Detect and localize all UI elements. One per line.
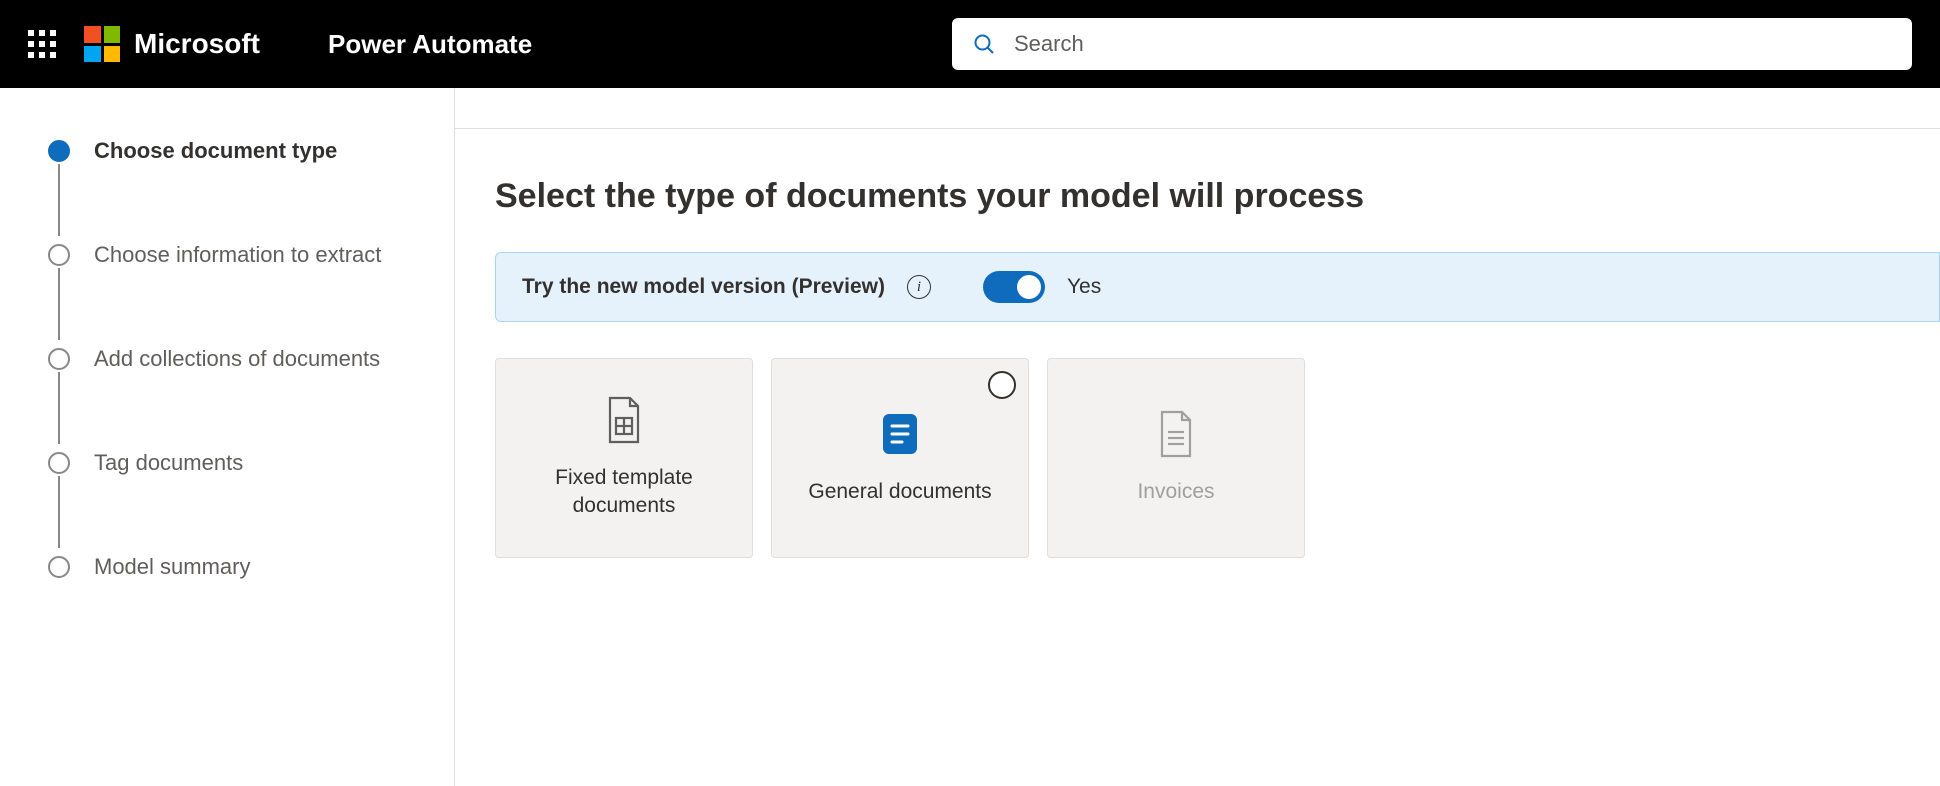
- card-general-documents[interactable]: General documents: [771, 358, 1029, 558]
- card-label: Fixed template documents: [512, 464, 736, 521]
- card-fixed-template[interactable]: Fixed template documents: [495, 358, 753, 558]
- card-radio[interactable]: [988, 371, 1016, 399]
- search-container: [952, 18, 1912, 70]
- info-icon[interactable]: i: [907, 275, 931, 299]
- app-launcher-icon[interactable]: [28, 30, 56, 58]
- wizard-steps: Choose document type Choose information …: [48, 136, 414, 582]
- document-type-cards: Fixed template documents General documen…: [495, 358, 1940, 558]
- step-indicator-icon: [48, 556, 70, 578]
- preview-banner: Try the new model version (Preview) i Ye…: [495, 252, 1940, 322]
- card-label: General documents: [808, 478, 991, 506]
- page-title: Select the type of documents your model …: [495, 177, 1940, 216]
- step-model-summary[interactable]: Model summary: [48, 552, 414, 582]
- step-indicator-icon: [48, 140, 70, 162]
- step-choose-information[interactable]: Choose information to extract: [48, 240, 414, 270]
- brand-name: Microsoft: [134, 28, 260, 60]
- step-label: Choose information to extract: [94, 242, 381, 268]
- main-panel: Select the type of documents your model …: [455, 88, 1940, 786]
- brand-block[interactable]: Microsoft: [84, 26, 260, 62]
- preview-toggle[interactable]: [983, 271, 1045, 303]
- preview-banner-label: Try the new model version (Preview): [522, 275, 885, 299]
- preview-toggle-label: Yes: [1067, 275, 1101, 299]
- step-choose-document-type[interactable]: Choose document type: [48, 136, 414, 166]
- step-indicator-icon: [48, 452, 70, 474]
- invoice-doc-icon: [1156, 410, 1196, 458]
- step-indicator-icon: [48, 348, 70, 370]
- step-add-collections[interactable]: Add collections of documents: [48, 344, 414, 374]
- template-doc-icon: [604, 396, 644, 444]
- app-name[interactable]: Power Automate: [328, 29, 532, 60]
- step-label: Add collections of documents: [94, 346, 380, 372]
- wizard-sidebar: Choose document type Choose information …: [0, 88, 455, 786]
- step-label: Tag documents: [94, 450, 243, 476]
- card-invoices: Invoices: [1047, 358, 1305, 558]
- search-box[interactable]: [952, 18, 1912, 70]
- app-header: Microsoft Power Automate: [0, 0, 1940, 88]
- toggle-knob-icon: [1017, 275, 1041, 299]
- step-label: Choose document type: [94, 138, 337, 164]
- step-label: Model summary: [94, 554, 250, 580]
- step-tag-documents[interactable]: Tag documents: [48, 448, 414, 478]
- card-label: Invoices: [1137, 478, 1214, 506]
- search-icon: [972, 32, 996, 56]
- general-doc-icon: [881, 410, 919, 458]
- microsoft-logo-icon: [84, 26, 120, 62]
- search-input[interactable]: [1014, 31, 1892, 57]
- step-indicator-icon: [48, 244, 70, 266]
